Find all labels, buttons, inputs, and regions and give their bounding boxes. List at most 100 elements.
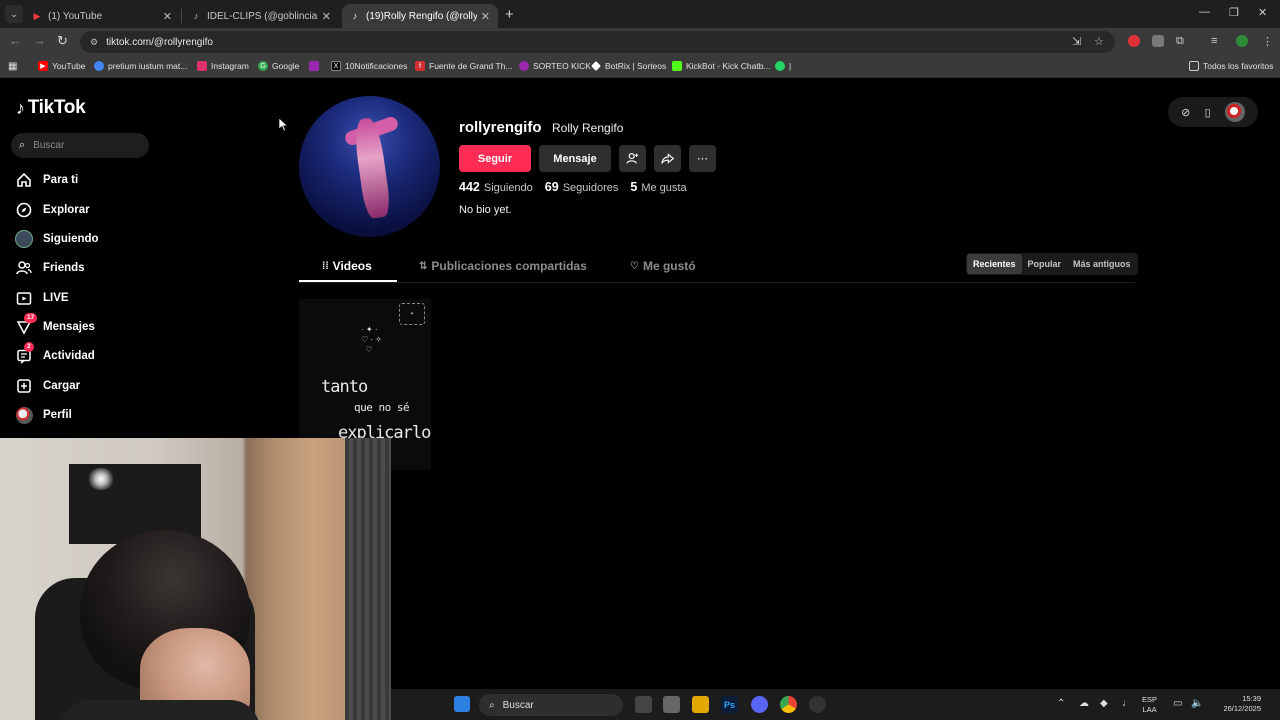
profile-nickname: Rolly Rengifo xyxy=(552,121,624,135)
more-options-button[interactable]: ⋯ xyxy=(689,145,716,172)
extension-gray-icon[interactable] xyxy=(1152,35,1164,47)
tiktok-note-icon: ♪ xyxy=(16,97,25,118)
message-button[interactable]: Mensaje xyxy=(539,145,611,172)
bookmark-star-icon[interactable]: ☆ xyxy=(1094,35,1104,48)
likes-count: 5 xyxy=(630,180,638,194)
site-info-icon[interactable]: ⚙ xyxy=(90,37,98,48)
sidebar-item-label: LIVE xyxy=(43,292,69,304)
activity-icon: 2 xyxy=(15,342,34,365)
sidebar-item-mensajes[interactable]: 17 Mensajes xyxy=(15,313,95,338)
bookmark-fuente-gta[interactable]: f Fuente de Grand Th... xyxy=(415,61,512,71)
sort-mas-antiguos[interactable]: Más antiguos xyxy=(1067,254,1137,274)
system-clock[interactable]: 15:39 26/12/2025 xyxy=(1209,694,1261,714)
friends-icon xyxy=(15,259,33,277)
close-window-icon[interactable]: ✕ xyxy=(1258,6,1267,19)
bookmark-instagram[interactable]: Instagram xyxy=(197,61,249,71)
folder-icon xyxy=(1189,61,1199,71)
sidebar-item-actividad[interactable]: 2 Actividad xyxy=(15,342,95,367)
bookmark-google[interactable]: G Google xyxy=(258,61,299,71)
task-view-icon[interactable] xyxy=(635,696,652,713)
input-language[interactable]: ESP LAA xyxy=(1142,695,1157,715)
messages-icon: 17 xyxy=(15,313,38,336)
tab-publicaciones-compartidas[interactable]: ⇅ Publicaciones compartidas xyxy=(419,259,587,273)
tab-videos[interactable]: ⁞⁞ Videos xyxy=(322,259,372,273)
browser-tab-youtube[interactable]: ▶ (1) YouTube ✕ xyxy=(24,4,180,28)
tab-search-chevron-icon[interactable]: ⌄ xyxy=(5,5,23,23)
file-explorer-icon[interactable] xyxy=(692,696,709,713)
logo-text: TikTok xyxy=(27,97,86,118)
bookmark-kickbot[interactable]: KickBot - Kick Chatb... xyxy=(672,61,771,71)
tab-me-gusto[interactable]: ♡ Me gustó xyxy=(630,259,696,273)
network-icon[interactable]: ▭ xyxy=(1173,698,1182,709)
account-avatar[interactable] xyxy=(1224,102,1245,122)
search-input[interactable]: ⌕ Buscar xyxy=(11,133,149,158)
windows-start-icon[interactable] xyxy=(454,696,470,712)
profile-avatar xyxy=(299,96,440,237)
bookmark-label: pretium iustum mat... xyxy=(108,61,188,71)
restore-icon[interactable]: ❐ xyxy=(1229,6,1239,19)
upload-icon xyxy=(15,377,33,395)
bookmark-sorteo-kick[interactable]: SORTEO KICK xyxy=(519,61,591,71)
search-placeholder: Buscar xyxy=(33,140,65,151)
sidebar-item-siguiendo[interactable]: Siguiendo xyxy=(15,228,99,250)
close-tab-icon[interactable]: ✕ xyxy=(322,10,331,23)
followers-label[interactable]: Seguidores xyxy=(563,182,619,194)
instagram-icon xyxy=(197,61,207,71)
tiktok-logo[interactable]: ♪ TikTok xyxy=(16,97,86,119)
new-tab-icon[interactable]: + xyxy=(505,6,514,23)
profile-username: rollyrengifo xyxy=(459,119,542,136)
extensions-puzzle-icon[interactable]: ⧉ xyxy=(1176,35,1184,48)
media-controls-icon[interactable]: ≡ xyxy=(1211,35,1217,47)
all-bookmarks-folder[interactable]: Todos los favoritos xyxy=(1189,61,1273,71)
onedrive-icon[interactable]: ☁ xyxy=(1079,698,1089,709)
sidebar-item-cargar[interactable]: Cargar xyxy=(15,375,80,397)
sort-popular[interactable]: Popular xyxy=(1022,254,1068,274)
discord-icon[interactable] xyxy=(751,696,768,713)
sidebar-item-para-ti[interactable]: Para ti xyxy=(15,169,78,191)
extension-red-icon[interactable] xyxy=(1128,35,1140,47)
chrome-profile-avatar[interactable] xyxy=(1236,35,1248,47)
following-label[interactable]: Siguiendo xyxy=(484,182,533,194)
bookmark-10notificaciones[interactable]: X 10Notificaciones xyxy=(331,61,407,71)
minimize-icon[interactable]: — xyxy=(1199,6,1210,18)
chrome-icon[interactable] xyxy=(780,696,797,713)
sidebar-item-explorar[interactable]: Explorar xyxy=(15,199,90,221)
photoshop-icon[interactable]: Ps xyxy=(721,696,738,713)
volume-icon[interactable]: 🔈 xyxy=(1191,698,1203,709)
apps-grid-icon[interactable]: ▦ xyxy=(8,61,17,72)
bookmark-whatsapp[interactable]: | xyxy=(775,61,791,71)
sidebar-item-friends[interactable]: Friends xyxy=(15,257,85,279)
forward-icon[interactable]: → xyxy=(33,33,46,48)
clock-time: 15:39 xyxy=(1242,694,1261,703)
sort-recientes[interactable]: Recientes xyxy=(967,254,1022,274)
bookmark-youtube[interactable]: ▶ YouTube xyxy=(38,61,85,71)
windows-taskbar: ⌕ Buscar Ps ⌃ ☁ ◆ ♩ ESP LAA ▭ 🔈 15:39 26… xyxy=(391,689,1280,720)
bookmark-pretium[interactable]: pretium iustum mat... xyxy=(94,61,187,71)
security-icon[interactable]: ◆ xyxy=(1100,698,1108,709)
close-tab-icon[interactable]: ✕ xyxy=(481,10,490,23)
app-icon[interactable] xyxy=(809,696,826,713)
close-tab-icon[interactable]: ✕ xyxy=(163,10,172,23)
bookmark-botrix[interactable]: BotRix | Sorteos xyxy=(591,61,666,71)
microphone-icon[interactable]: ♩ xyxy=(1122,698,1132,709)
sidebar-item-live[interactable]: LIVE xyxy=(15,287,69,309)
taskbar-search[interactable]: ⌕ Buscar xyxy=(479,694,623,716)
search-icon: ⌕ xyxy=(19,139,26,151)
device-icon[interactable]: ▯ xyxy=(1205,106,1211,119)
follow-button[interactable]: Seguir xyxy=(459,145,531,172)
sidebar-item-perfil[interactable]: Perfil xyxy=(15,404,72,426)
suggested-accounts-button[interactable] xyxy=(619,145,646,172)
browser-tab-idel-clips[interactable]: ♪ IDEL-CLIPS (@goblinciano69.cl ✕ xyxy=(183,4,339,28)
browser-tab-rolly-rengifo[interactable]: ♪ (19)Rolly Rengifo (@rollyrengif ✕ xyxy=(342,4,498,28)
back-icon[interactable]: ← xyxy=(9,33,22,48)
sort-toggle: Recientes Popular Más antiguos xyxy=(966,253,1138,275)
address-bar[interactable]: ⚙ tiktok.com/@rollyrengifo xyxy=(80,31,1115,53)
install-app-icon[interactable]: ⇲ xyxy=(1072,35,1081,48)
share-button[interactable] xyxy=(654,145,681,172)
coins-icon[interactable]: ⊘ xyxy=(1181,106,1190,119)
show-hidden-icons-icon[interactable]: ⌃ xyxy=(1057,698,1065,709)
bookmark-colorful[interactable] xyxy=(309,61,323,71)
app-icon[interactable] xyxy=(663,696,680,713)
reload-icon[interactable]: ↻ xyxy=(57,33,68,49)
chrome-menu-icon[interactable]: ⋮ xyxy=(1262,35,1273,48)
